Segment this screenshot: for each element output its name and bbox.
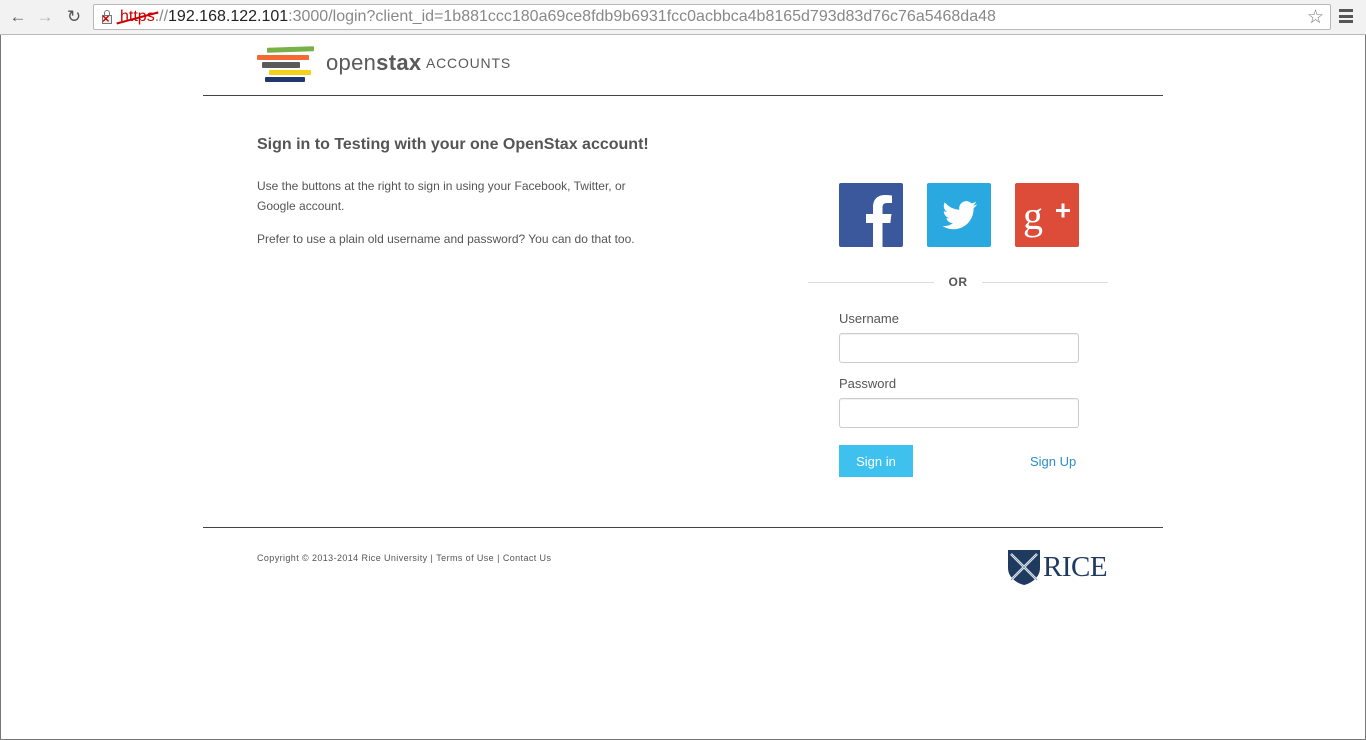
signin-button[interactable]: Sign in	[839, 445, 913, 477]
url-scheme: https	[120, 8, 155, 25]
brand-bold: stax	[376, 50, 422, 75]
google-plus-signin-button[interactable]: g	[1015, 183, 1079, 247]
footer-separator: |	[430, 553, 434, 563]
footer-separator: |	[497, 553, 500, 563]
footer-divider	[203, 527, 1163, 528]
twitter-icon	[942, 201, 978, 230]
twitter-signin-button[interactable]	[927, 183, 991, 247]
facebook-signin-button[interactable]	[839, 183, 903, 247]
intro-paragraph-social: Use the buttons at the right to sign in …	[257, 179, 626, 213]
terms-link[interactable]: Terms of Use	[436, 553, 494, 563]
brand-subtitle: ACCOUNTS	[426, 55, 511, 71]
copyright-link[interactable]: Copyright © 2013-2014 Rice University	[257, 553, 428, 563]
browser-toolbar: ← → ↻ × https://192.168.122.101:3000/log…	[0, 0, 1366, 35]
insecure-lock-icon: ×	[100, 9, 116, 25]
rice-wordmark: RICE	[1043, 551, 1108, 583]
username-label: Username	[839, 311, 899, 326]
password-input[interactable]	[839, 398, 1079, 428]
footer-links: Copyright © 2013-2014 Rice University | Te…	[257, 553, 551, 563]
contact-link[interactable]: Contact Us	[503, 553, 552, 563]
bookmark-star-icon[interactable]: ☆	[1307, 6, 1324, 29]
or-divider-right	[982, 282, 1108, 283]
username-input[interactable]	[839, 333, 1079, 363]
logo-bar-gray	[262, 62, 300, 68]
back-arrow-icon[interactable]: ←	[7, 7, 29, 27]
password-label: Password	[839, 376, 897, 391]
brand-light: open	[326, 50, 377, 75]
reload-icon[interactable]: ↻	[63, 7, 85, 27]
intro-paragraph-password: Prefer to use a plain old username and p…	[257, 232, 635, 246]
facebook-icon	[866, 195, 892, 247]
page-title: Sign in to Testing with your one OpenSta…	[257, 136, 649, 153]
address-bar[interactable]: × https://192.168.122.101:3000/login?cli…	[93, 4, 1331, 30]
forward-arrow-icon[interactable]: →	[34, 7, 56, 27]
logo-bar-green	[266, 46, 315, 53]
brand-name[interactable]: openstax	[326, 50, 421, 76]
window-border-left	[0, 35, 1, 740]
logo-bar-yellow	[269, 70, 311, 75]
header-divider	[203, 95, 1163, 96]
signup-link[interactable]: Sign Up	[1030, 454, 1076, 469]
rice-shield-icon	[1008, 550, 1040, 585]
rice-university-logo[interactable]: RICE	[1007, 548, 1109, 586]
browser-menu-icon[interactable]	[1339, 9, 1353, 23]
svg-text:g: g	[1023, 193, 1043, 238]
openstax-logo-icon[interactable]	[257, 45, 317, 85]
or-divider-left	[808, 282, 934, 283]
logo-bar-navy	[265, 77, 305, 82]
google-plus-icon: g	[1023, 193, 1070, 238]
logo-bar-orange	[257, 55, 309, 60]
or-divider-label: OR	[948, 275, 968, 289]
url-path: :3000/login?client_id=1b881ccc180a69ce8f…	[288, 8, 996, 25]
url-host: 192.168.122.101	[168, 8, 289, 25]
